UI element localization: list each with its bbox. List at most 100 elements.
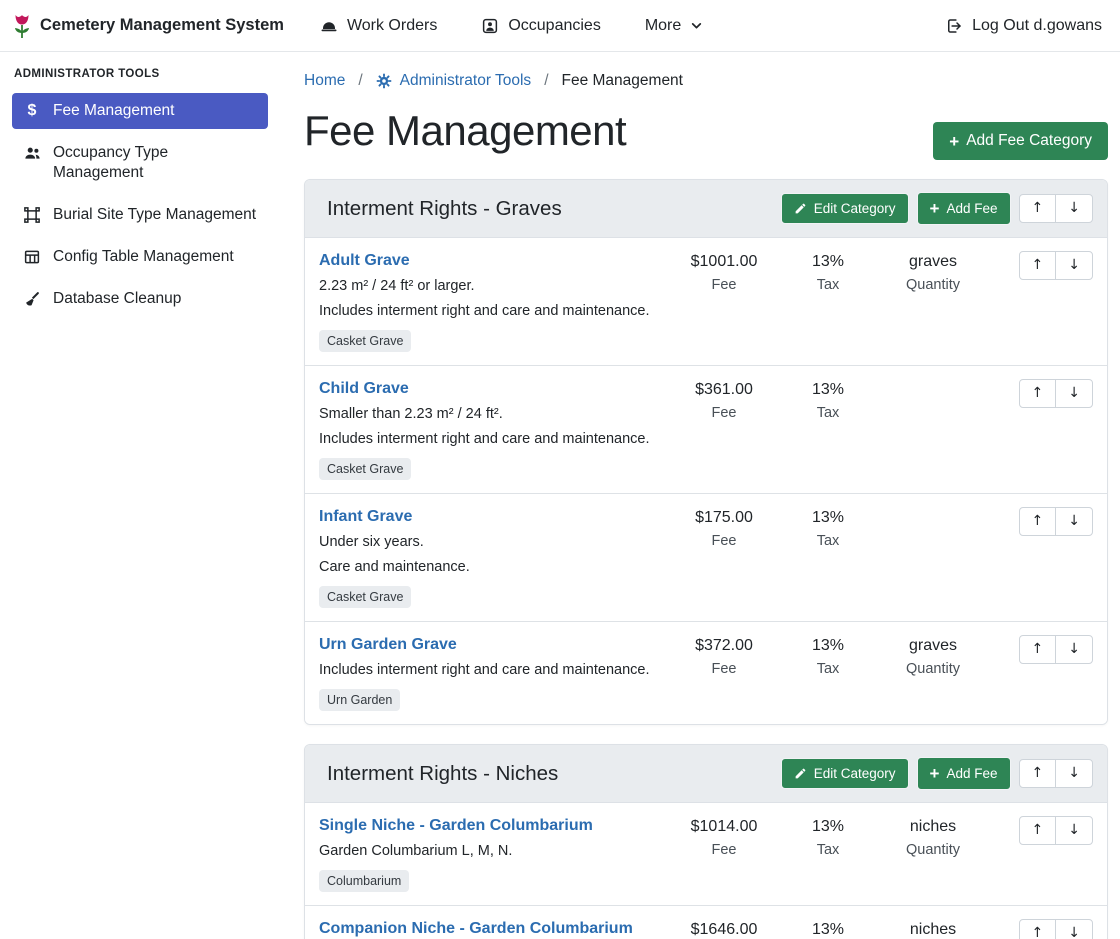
fee-quantity-label: Quantity bbox=[873, 842, 993, 858]
fee-amount-label: Fee bbox=[665, 277, 783, 293]
fee-description: Under six years. bbox=[319, 533, 655, 552]
breadcrumb-admin-tools-label: Administrator Tools bbox=[400, 72, 532, 90]
pencil-icon bbox=[794, 202, 807, 215]
up-arrow-icon: ↑ bbox=[1032, 925, 1044, 939]
move-fee-down-button[interactable]: ↓ bbox=[1055, 507, 1093, 536]
fee-tax-label: Tax bbox=[783, 277, 873, 293]
occupant-frame-icon bbox=[481, 17, 499, 35]
fee-tax-column: 13% Tax bbox=[783, 379, 873, 421]
move-fee-down-button[interactable]: ↓ bbox=[1055, 635, 1093, 664]
sidebar-item-database-cleanup[interactable]: Database Cleanup bbox=[12, 281, 268, 317]
move-fee-up-button[interactable]: ↑ bbox=[1019, 251, 1057, 280]
sidebar: ADMINISTRATOR TOOLS $ Fee Management Occ… bbox=[0, 52, 280, 939]
fee-row: Single Niche - Garden Columbarium Garden… bbox=[305, 803, 1107, 905]
chevron-down-icon bbox=[690, 19, 703, 32]
brand-link[interactable]: Cemetery Management System bbox=[12, 13, 284, 39]
move-fee-up-button[interactable]: ↑ bbox=[1019, 816, 1057, 845]
breadcrumb: Home / bbox=[304, 72, 1108, 90]
fee-row: Companion Niche - Garden Columbarium Gar… bbox=[305, 905, 1107, 939]
fee-reorder: ↑ ↓ bbox=[993, 251, 1093, 280]
nav-item-work-orders[interactable]: Work Orders bbox=[320, 17, 437, 35]
add-fee-label: Add Fee bbox=[946, 766, 997, 781]
page-header: Fee Management + Add Fee Category bbox=[304, 106, 1108, 160]
move-fee-up-button[interactable]: ↑ bbox=[1019, 379, 1057, 408]
fee-name-link[interactable]: Companion Niche - Garden Columbarium bbox=[319, 919, 633, 939]
fee-tax-column: 13% Tax bbox=[783, 816, 873, 858]
fee-tax: 13% bbox=[783, 508, 873, 528]
fee-descriptions: Smaller than 2.23 m² / 24 ft².Includes i… bbox=[319, 405, 655, 449]
add-fee-category-button[interactable]: + Add Fee Category bbox=[933, 122, 1108, 160]
category-header: Interment Rights - Niches Edit Category … bbox=[305, 745, 1107, 803]
move-fee-up-button[interactable]: ↑ bbox=[1019, 507, 1057, 536]
add-fee-category-label: Add Fee Category bbox=[966, 132, 1092, 150]
category-title: Interment Rights - Graves bbox=[319, 197, 562, 221]
fee-description: Includes interment right and care and ma… bbox=[319, 302, 655, 321]
breadcrumb-home-link[interactable]: Home bbox=[304, 72, 345, 90]
sidebar-item-label: Database Cleanup bbox=[53, 289, 181, 309]
edit-category-button[interactable]: Edit Category bbox=[781, 193, 909, 224]
move-fee-up-button[interactable]: ↑ bbox=[1019, 919, 1057, 939]
fee-row: Child Grave Smaller than 2.23 m² / 24 ft… bbox=[305, 365, 1107, 493]
move-category-up-button[interactable]: ↑ bbox=[1019, 194, 1057, 223]
sidebar-item-burial-site-type-management[interactable]: Burial Site Type Management bbox=[12, 197, 268, 233]
fee-main: Companion Niche - Garden Columbarium Gar… bbox=[319, 919, 665, 939]
move-fee-down-button[interactable]: ↓ bbox=[1055, 919, 1093, 939]
fee-tax: 13% bbox=[783, 920, 873, 939]
nav-label: Occupancies bbox=[508, 17, 601, 35]
down-arrow-icon: ↓ bbox=[1068, 822, 1080, 838]
sidebar-item-occupancy-type-management[interactable]: Occupancy Type Management bbox=[12, 135, 268, 191]
move-category-down-button[interactable]: ↓ bbox=[1055, 194, 1093, 223]
sidebar-item-fee-management[interactable]: $ Fee Management bbox=[12, 93, 268, 129]
page-title: Fee Management bbox=[304, 106, 626, 156]
edit-category-label: Edit Category bbox=[814, 766, 896, 781]
logout-button[interactable]: Log Out d.gowans bbox=[945, 17, 1102, 35]
down-arrow-icon: ↓ bbox=[1068, 513, 1080, 529]
sidebar-item-label: Burial Site Type Management bbox=[53, 205, 256, 225]
fee-name-link[interactable]: Adult Grave bbox=[319, 251, 410, 271]
category-title: Interment Rights - Niches bbox=[319, 762, 558, 786]
sidebar-item-label: Occupancy Type Management bbox=[53, 143, 258, 183]
move-category-up-button[interactable]: ↑ bbox=[1019, 759, 1057, 788]
hard-hat-icon bbox=[320, 17, 338, 35]
fee-quantity: graves bbox=[873, 252, 993, 272]
down-arrow-icon: ↓ bbox=[1068, 257, 1080, 273]
nav-item-more[interactable]: More bbox=[645, 17, 703, 35]
move-fee-up-button[interactable]: ↑ bbox=[1019, 635, 1057, 664]
fee-amount: $372.00 bbox=[665, 636, 783, 656]
sidebar-item-label: Fee Management bbox=[53, 101, 175, 121]
move-category-down-button[interactable]: ↓ bbox=[1055, 759, 1093, 788]
fee-category-card: Interment Rights - Graves Edit Category … bbox=[304, 179, 1108, 725]
fee-main: Infant Grave Under six years.Care and ma… bbox=[319, 507, 665, 608]
dollar-icon: $ bbox=[22, 102, 42, 120]
fee-reorder: ↑ ↓ bbox=[993, 919, 1093, 939]
fee-row: Adult Grave 2.23 m² / 24 ft² or larger.I… bbox=[305, 238, 1107, 365]
breadcrumb-separator: / bbox=[544, 72, 548, 90]
plus-icon: + bbox=[949, 133, 959, 150]
category-actions: Edit Category + Add Fee ↑ ↓ bbox=[781, 192, 1093, 225]
fee-name-link[interactable]: Single Niche - Garden Columbarium bbox=[319, 816, 593, 836]
sidebar-item-config-table-management[interactable]: Config Table Management bbox=[12, 239, 268, 275]
fee-quantity bbox=[873, 380, 993, 400]
fee-name-link[interactable]: Infant Grave bbox=[319, 507, 412, 527]
fee-tax-column: 13% Tax bbox=[783, 919, 873, 939]
app-window: Cemetery Management System Work Orders bbox=[0, 0, 1120, 939]
move-fee-down-button[interactable]: ↓ bbox=[1055, 379, 1093, 408]
fee-reorder: ↑ ↓ bbox=[993, 635, 1093, 664]
edit-category-button[interactable]: Edit Category bbox=[781, 758, 909, 789]
add-fee-button[interactable]: + Add Fee bbox=[917, 757, 1011, 790]
fee-amount-label: Fee bbox=[665, 842, 783, 858]
category-reorder-group: ↑ ↓ bbox=[1019, 759, 1093, 788]
fee-name-link[interactable]: Child Grave bbox=[319, 379, 409, 399]
move-fee-down-button[interactable]: ↓ bbox=[1055, 816, 1093, 845]
breadcrumb-admin-tools-link[interactable]: Administrator Tools bbox=[376, 72, 532, 90]
fee-amount-label: Fee bbox=[665, 533, 783, 549]
nav-item-occupancies[interactable]: Occupancies bbox=[481, 17, 601, 35]
fee-name-link[interactable]: Urn Garden Grave bbox=[319, 635, 457, 655]
add-fee-button[interactable]: + Add Fee bbox=[917, 192, 1011, 225]
fee-type-badge: Columbarium bbox=[319, 870, 409, 892]
fee-amount-column: $1014.00 Fee bbox=[665, 816, 783, 858]
category-header: Interment Rights - Graves Edit Category … bbox=[305, 180, 1107, 238]
up-arrow-icon: ↑ bbox=[1032, 822, 1044, 838]
fee-tax-label: Tax bbox=[783, 842, 873, 858]
move-fee-down-button[interactable]: ↓ bbox=[1055, 251, 1093, 280]
